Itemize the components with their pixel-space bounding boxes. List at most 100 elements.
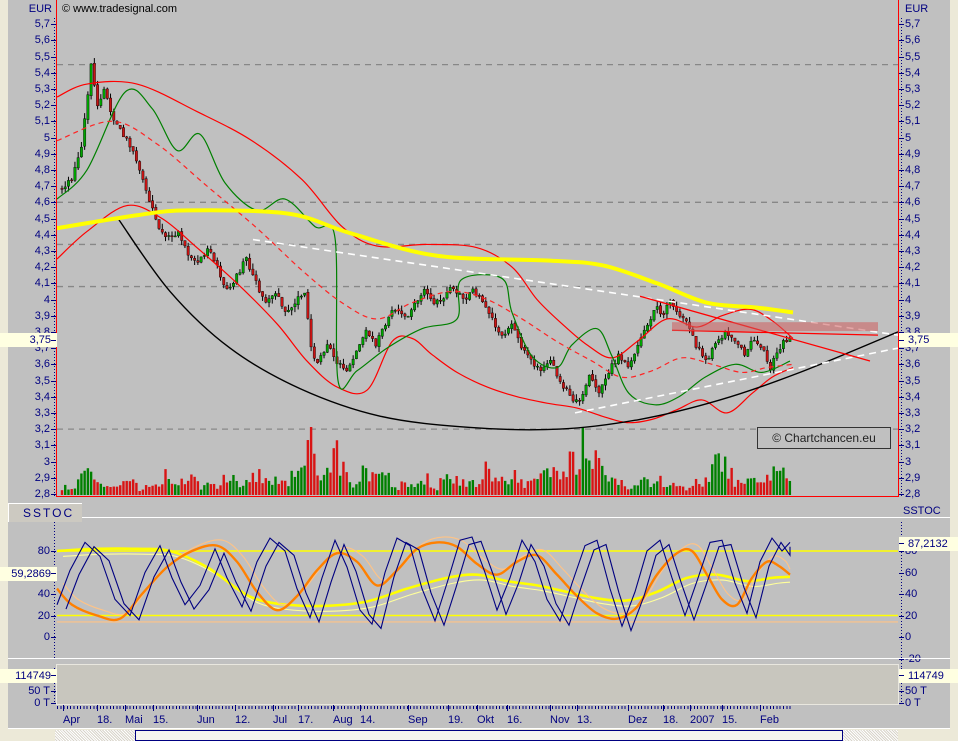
fibonacci-gridlines xyxy=(57,63,898,430)
date-label: 18. xyxy=(663,714,679,726)
price-tick-mark-left xyxy=(51,202,56,204)
current-price-tick-right xyxy=(899,340,904,341)
main-price-plot[interactable] xyxy=(56,0,899,497)
price-tick-mark-right xyxy=(899,105,904,107)
price-tick-mark-left xyxy=(51,315,56,317)
sstoc-tick-mark-right xyxy=(899,637,904,638)
white-dashed-trendline xyxy=(252,238,899,336)
price-tick-label-right: 4,5 xyxy=(905,212,921,225)
sstoc-tick-label-left: 0 xyxy=(43,631,50,643)
candle-wicks xyxy=(61,58,791,406)
price-tick-mark-left xyxy=(51,331,56,333)
price-tick-mark-left xyxy=(51,412,56,414)
red-dashed-ma-line xyxy=(56,120,794,379)
main-chart-baseline xyxy=(56,496,899,497)
sstoc-yellow-signal-line xyxy=(56,547,791,608)
price-tick-label-left: 4,6 xyxy=(34,196,50,209)
price-tick-label-right: 5,6 xyxy=(905,34,921,47)
price-tick-label-right: 4,4 xyxy=(905,228,921,241)
price-tick-label-left: 3,6 xyxy=(34,358,50,371)
price-tick-label-right: 4,2 xyxy=(905,261,921,274)
price-tick-label-left: 4,3 xyxy=(34,244,50,257)
left-axis-currency-label: EUR xyxy=(28,3,52,15)
price-tick-mark-left xyxy=(51,250,56,252)
price-tick-label-left: 5 xyxy=(43,131,50,144)
price-tick-mark-left xyxy=(51,396,56,398)
price-tick-mark-right xyxy=(899,461,904,463)
price-tick-mark-right xyxy=(899,348,904,350)
sstoc-fast-d-line xyxy=(65,540,791,633)
price-tick-mark-left xyxy=(51,283,56,285)
price-tick-mark-right xyxy=(899,299,904,301)
scrollbar-thumb[interactable] xyxy=(135,730,843,741)
date-label: 16. xyxy=(507,714,523,726)
price-tick-label-right: 5,3 xyxy=(905,82,921,95)
sstoc-tick-label-right: 0 xyxy=(905,631,912,643)
sstoc-tick-label-right: 40 xyxy=(905,588,918,600)
sstoc-value-label-left: 59,2869 xyxy=(0,567,57,581)
price-tick-mark-right xyxy=(899,186,904,188)
price-tick-label-right: 5,1 xyxy=(905,115,921,128)
volume-tick-label-left: 0 T xyxy=(34,697,50,709)
volume-bars xyxy=(60,427,792,495)
price-tick-label-left: 3,4 xyxy=(34,390,50,403)
date-label: Apr xyxy=(63,714,81,726)
price-tick-label-left: 5,1 xyxy=(34,115,50,128)
sstoc-value-label-right: 87,2132 xyxy=(899,537,958,551)
price-tick-label-left: 2,8 xyxy=(34,487,50,500)
sstoc-tick-mark-left xyxy=(51,637,56,638)
price-tick-mark-left xyxy=(51,40,56,42)
horizontal-scrollbar xyxy=(0,730,958,741)
price-tick-label-left: 4,2 xyxy=(34,261,50,274)
price-tick-mark-right xyxy=(899,250,904,252)
price-tick-mark-left xyxy=(51,153,56,155)
sstoc-tick-mark-left xyxy=(51,594,56,595)
price-tick-mark-left xyxy=(51,137,56,139)
sstoc-indicator-plot[interactable] xyxy=(56,519,898,658)
price-tick-mark-right xyxy=(899,56,904,58)
price-tick-mark-right xyxy=(899,40,904,42)
date-label: Sep xyxy=(408,714,428,726)
price-tick-mark-right xyxy=(899,283,904,285)
date-label: 15. xyxy=(153,714,169,726)
sstoc-tick-label-right: 20 xyxy=(905,609,918,622)
price-tick-label-right: 2,8 xyxy=(905,487,921,500)
price-tick-mark-right xyxy=(899,412,904,414)
date-label: Dez xyxy=(628,714,648,726)
price-tick-label-right: 5 xyxy=(905,131,912,144)
volume-tick-label-right: 0 T xyxy=(905,697,921,709)
price-tick-mark-left xyxy=(51,461,56,463)
green-ma-line xyxy=(56,88,791,406)
price-tick-label-left: 5,4 xyxy=(34,66,50,79)
price-tick-label-left: 4 xyxy=(43,293,50,306)
price-tick-mark-right xyxy=(899,331,904,333)
price-tick-mark-left xyxy=(51,169,56,171)
sstoc-panel-separator xyxy=(8,517,950,518)
price-tick-label-left: 5,7 xyxy=(34,18,50,31)
price-tick-label-left: 5,5 xyxy=(34,50,50,63)
date-label: Mai xyxy=(125,714,143,726)
price-tick-label-right: 3,5 xyxy=(905,374,921,387)
date-label: 14. xyxy=(360,714,376,726)
sstoc-tick-mark-right xyxy=(899,551,904,552)
date-label: 2007 xyxy=(690,714,715,726)
date-label: Jul xyxy=(273,714,288,726)
sstoc-tick-label-left: 20 xyxy=(37,609,50,622)
price-tick-mark-right xyxy=(899,364,904,366)
yellow-long-ma-line xyxy=(56,208,794,315)
sstoc-tick-label-left: 40 xyxy=(37,588,50,600)
price-tick-mark-left xyxy=(51,72,56,74)
price-tick-label-left: 5,3 xyxy=(34,82,50,95)
date-label: Jun xyxy=(197,714,215,726)
price-tick-mark-right xyxy=(899,137,904,139)
price-tick-mark-left xyxy=(51,88,56,90)
price-tick-label-left: 4,1 xyxy=(34,277,50,290)
date-axis-minor-ticks xyxy=(57,706,791,709)
price-tick-mark-right xyxy=(899,493,904,495)
date-label: 15. xyxy=(722,714,738,726)
price-tick-label-right: 3,1 xyxy=(905,439,921,452)
current-price-label-left: 3,75 xyxy=(0,333,57,347)
price-tick-label-right: 3,3 xyxy=(905,406,921,419)
price-tick-mark-right xyxy=(899,396,904,398)
price-tick-label-right: 2,9 xyxy=(905,471,921,484)
